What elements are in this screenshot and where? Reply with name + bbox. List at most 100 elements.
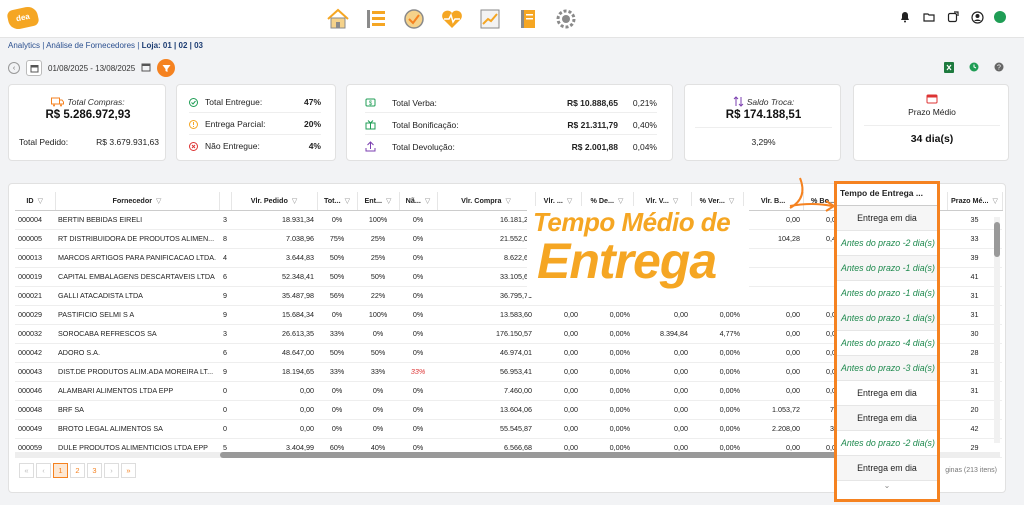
table-cell: 0,00% [581, 400, 634, 420]
card-saldo-troca: Saldo Troca: R$ 174.188,51 3,29% [684, 84, 841, 161]
check-circle-icon[interactable] [401, 6, 427, 32]
table-cell: 0,00% [581, 362, 634, 382]
col-header-total[interactable]: Tot... ▽ [317, 192, 358, 211]
page-next-button[interactable]: › [104, 463, 119, 478]
app-logo[interactable]: dea [6, 5, 40, 31]
total-bonificacao-pct: 0,40% [632, 119, 657, 130]
pagination: « ‹ 1 2 3 › » [19, 463, 136, 478]
page-first-button[interactable]: « [19, 463, 34, 478]
money-icon: $ [365, 98, 376, 107]
table-cell: 0,00% [691, 305, 744, 325]
table-cell: 0,00% [691, 400, 744, 420]
table-cell: 7.038,96 [231, 229, 318, 249]
table-cell: 50% [317, 343, 358, 363]
table-cell: 16.181,25 [437, 210, 536, 230]
heart-pulse-icon[interactable] [439, 6, 465, 32]
folder-icon[interactable] [922, 10, 936, 24]
page-prev-button[interactable]: ‹ [36, 463, 51, 478]
table-cell: 0,00 [743, 381, 804, 401]
calendar-icon[interactable] [141, 62, 151, 74]
total-pedido-value: R$ 3.679.931,63 [96, 137, 159, 147]
return-upload-icon [365, 141, 376, 152]
table-cell: 0% [399, 286, 438, 306]
bell-icon[interactable] [898, 10, 912, 24]
table-cell: 0% [399, 343, 438, 363]
help-icon[interactable]: ? [994, 62, 1004, 75]
filter-funnel-icon: ▽ [992, 196, 999, 206]
col-header-prazo-medio[interactable]: Prazo Mé... ▽ [947, 192, 1003, 211]
table-cell: 0% [399, 267, 438, 287]
table-cell: MARCOS ARTIGOS PARA PANIFICACAO LTDA. [55, 248, 220, 268]
col-header-nao-entregue[interactable]: Nã... ▽ [399, 192, 438, 211]
table-cell: 6 [219, 267, 232, 287]
external-link-icon[interactable] [946, 10, 960, 24]
main-nav [325, 6, 579, 32]
callout-arrow-icon [789, 177, 836, 212]
page-3-button[interactable]: 3 [87, 463, 102, 478]
table-cell: 0,00 [743, 324, 804, 344]
table-cell: 6 [219, 343, 232, 363]
filter-funnel-icon: ▽ [618, 196, 624, 206]
back-icon[interactable]: ‹ [8, 62, 20, 74]
chart-icon[interactable] [477, 6, 503, 32]
table-cell: 33% [399, 362, 438, 382]
svg-text:?: ? [997, 65, 1001, 72]
table-cell: 56.953,41 [437, 362, 536, 382]
table-cell [743, 267, 804, 287]
vertical-scrollbar[interactable] [994, 217, 1000, 443]
table-cell: 0% [357, 324, 400, 344]
table-cell: ADORO S.A. [55, 343, 220, 363]
book-icon[interactable] [515, 6, 541, 32]
tempo-entrega-header[interactable]: Tempo de Entrega ... [837, 184, 937, 206]
col-header-id[interactable]: ID ▽ [15, 192, 56, 211]
col-header-entregue[interactable]: Ent... ▽ [357, 192, 400, 211]
swap-arrows-icon [733, 96, 744, 107]
col-header-fornecedor[interactable]: Fornecedor ▽ [55, 192, 220, 211]
filter-funnel-icon: ▽ [672, 196, 679, 206]
breadcrumb-lojas[interactable]: 01 | 02 | 03 [163, 41, 203, 50]
tempo-entrega-highlight: Tempo de Entrega ... Entrega em dia Antes… [834, 181, 940, 502]
verba-row: $ Total Verba: R$ 10.888,65 0,21% [365, 97, 657, 108]
table-cell: 000032 [15, 324, 55, 344]
table-cell: 36.795,71 [437, 286, 536, 306]
horizontal-scrollbar-thumb[interactable] [220, 452, 840, 458]
table-cell: 25% [357, 248, 400, 268]
saldo-troca-pct: 3,29% [751, 137, 776, 147]
filter-button[interactable] [157, 59, 176, 77]
col-header-vlr-compra[interactable]: Vlr. Compra ▽ [437, 192, 536, 211]
settings-gear-icon[interactable] [553, 6, 579, 32]
nao-entregue-label: Não Entregue: [205, 141, 260, 151]
table-cell: 7.460,00 [437, 381, 536, 401]
table-cell: 0,00 [231, 381, 318, 401]
date-range-input[interactable]: 01/08/2025 - 13/08/2025 [48, 64, 135, 73]
page-2-button[interactable]: 2 [70, 463, 85, 478]
tempo-entrega-cell: Entrega em dia [837, 381, 937, 406]
home-icon[interactable] [325, 6, 351, 32]
page-last-button[interactable]: » [121, 463, 136, 478]
top-bar: dea [0, 0, 1024, 38]
table-cell: 9 [219, 305, 232, 325]
table-cell: 50% [357, 343, 400, 363]
card-total-compras: Total Compras: R$ 5.286.972,93 Total Ped… [8, 84, 166, 161]
table-cell: 0% [399, 229, 438, 249]
page-1-button[interactable]: 1 [53, 463, 68, 478]
excel-export-icon[interactable] [944, 62, 954, 75]
vertical-scrollbar-thumb[interactable] [994, 222, 1000, 257]
table-cell: 75% [317, 229, 358, 249]
table-cell: 0% [317, 210, 358, 230]
table-cell: 100% [357, 210, 400, 230]
card-prazo-medio: Prazo Médio 34 dia(s) [853, 84, 1009, 161]
col-header-vlr-pedido[interactable]: Vlr. Pedido ▽ [231, 192, 318, 211]
breadcrumb-path[interactable]: Analytics | Análise de Fornecedores | [8, 41, 139, 50]
table-cell: 0% [317, 400, 358, 420]
history-icon[interactable] [969, 62, 979, 75]
list-icon[interactable] [363, 6, 389, 32]
store-selector-button[interactable] [26, 60, 42, 76]
col-header-count[interactable] [219, 192, 232, 211]
breadcrumb-loja-label: Loja: [141, 41, 161, 50]
table-cell: 4,77% [691, 324, 744, 344]
user-account-icon[interactable] [970, 10, 984, 24]
table-cell: 000046 [15, 381, 55, 401]
table-cell: DIST.DE PRODUTOS ALIM.ADA MOREIRA LT... [55, 362, 220, 382]
filter-funnel-icon: ▽ [424, 196, 431, 206]
